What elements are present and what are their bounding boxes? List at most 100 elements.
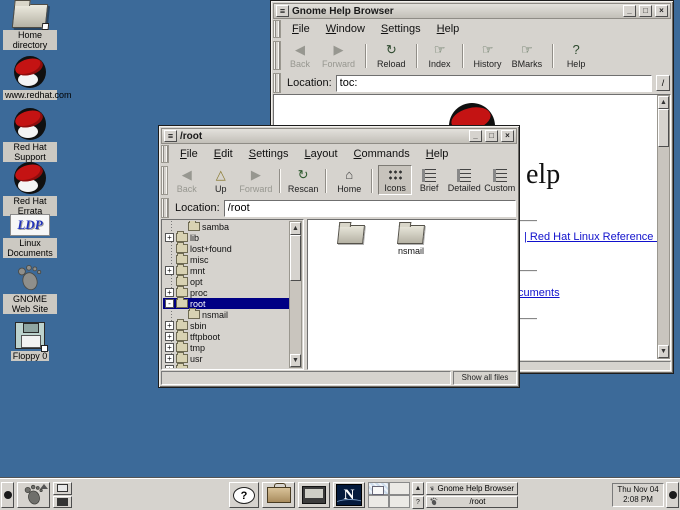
expander-icon[interactable]: + [165,365,174,368]
expander-icon[interactable]: + [165,266,174,275]
help-launcher[interactable]: ? [229,482,259,508]
netscape-launcher[interactable]: N [333,482,365,508]
expander-icon[interactable]: + [165,354,174,363]
close-button[interactable]: × [501,130,514,142]
scroll-up-icon[interactable]: ▲ [290,222,301,235]
file-item-nsmail[interactable]: nsmail [386,225,436,256]
file-icon-panel[interactable]: nsmail [307,219,517,370]
location-label: Location: [287,77,332,89]
menu-file[interactable]: File [285,21,317,37]
tree-item-root-selected[interactable]: -root [163,298,289,309]
help-toolbar: ◀ Back ▶ Forward ↻ Reload ☞ Index ☞ Hist… [271,39,673,72]
desk-guide-applet[interactable] [368,482,410,508]
menu-commands[interactable]: Commands [347,146,417,162]
handle-grip[interactable] [161,166,168,195]
vertical-scrollbar[interactable]: ▲ ▼ [657,95,670,359]
forward-button[interactable]: ▶ Forward [317,40,360,71]
workspace-4[interactable] [389,495,410,508]
panel-hide-right-button[interactable] [666,482,679,508]
forward-button[interactable]: ▶ Forward [238,165,274,196]
desktop-icon-label: Linux Documents [3,238,57,258]
reference-guide-link[interactable]: | Red Hat Linux Reference Guide [524,231,671,243]
expander-icon[interactable]: + [165,288,174,297]
desktop-icon-home-directory[interactable]: Home directory [2,4,58,50]
index-button[interactable]: ☞ Index [423,40,457,71]
desktop-icon-linux-documents[interactable]: LDP Linux Documents [2,214,58,258]
task-button-root[interactable]: /root [426,496,518,509]
brief-view-button[interactable]: Brief [412,165,446,195]
desktop-icon-www-redhat-com[interactable]: www.redhat.com [2,56,58,100]
menu-edit[interactable]: Edit [207,146,240,162]
close-button[interactable]: × [655,5,668,17]
tree-item-var[interactable]: +var [163,364,289,368]
desktop-icon-label: www.redhat.com [3,90,57,100]
arrow-up-icon[interactable]: ▲ [412,482,424,495]
handle-grip[interactable] [273,20,281,38]
window-menu-icon[interactable]: ≡ [276,5,289,17]
screenshooter-button[interactable] [53,482,72,495]
main-menu-button[interactable] [17,482,50,508]
scroll-up-icon[interactable]: ▲ [658,96,669,109]
workspace-2[interactable] [389,482,410,495]
workspace-3[interactable] [368,495,389,508]
lock-screen-button[interactable] [53,496,72,509]
file-window-titlebar[interactable]: ≡ /root _ □ × [161,128,517,144]
history-button[interactable]: ☞ History [469,40,507,71]
expander-icon[interactable]: + [165,233,174,242]
scrollbar-thumb[interactable] [290,235,301,281]
menu-settings[interactable]: Settings [374,21,428,37]
desktop-icon-gnome-web-site[interactable]: GNOME Web Site [2,264,58,314]
custom-view-button[interactable]: Custom [482,165,517,195]
maximize-button[interactable]: □ [639,5,652,17]
reload-button[interactable]: ↻ Reload [372,40,411,71]
handle-grip[interactable] [273,41,281,70]
help-window-titlebar[interactable]: ≡ Gnome Help Browser _ □ × [273,3,671,19]
expander-icon[interactable]: - [165,299,174,308]
tree-scrollbar[interactable]: ▲ ▼ [289,221,302,368]
menu-window[interactable]: Window [319,21,372,37]
menu-help[interactable]: Help [430,21,467,37]
minimize-button[interactable]: _ [469,130,482,142]
window-menu-icon[interactable]: ≡ [164,130,177,142]
expander-icon[interactable]: + [165,332,174,341]
icons-view-button[interactable]: Icons [378,165,412,195]
help-button[interactable]: ? Help [559,40,593,71]
documents-link[interactable]: cuments [518,287,560,299]
expander-icon[interactable]: + [165,321,174,330]
desktop-icon-red-hat-support[interactable]: Red Hat Support [2,108,58,162]
menu-help[interactable]: Help [419,146,456,162]
menu-file[interactable]: File [173,146,205,162]
history-icon: ☞ [482,43,494,58]
back-button[interactable]: ◀ Back [170,165,204,196]
rescan-button[interactable]: ↻ Rescan [286,165,320,196]
bmarks-button[interactable]: ☞ BMarks [507,40,548,71]
menu-settings[interactable]: Settings [242,146,296,162]
handle-grip[interactable] [273,73,281,93]
task-button-help-browser[interactable]: Gnome Help Browser [426,482,518,495]
expander-icon[interactable]: + [165,343,174,352]
location-input[interactable] [336,75,652,92]
scroll-down-icon[interactable]: ▼ [290,354,301,367]
desktop-icon-red-hat-errata[interactable]: Red Hat Errata [2,162,58,216]
maximize-button[interactable]: □ [485,130,498,142]
menu-layout[interactable]: Layout [297,146,344,162]
desktop-icon-floppy-0[interactable]: Floppy 0 [2,322,58,361]
home-button[interactable]: ⌂ Home [332,165,366,196]
minimize-button[interactable]: _ [623,5,636,17]
scroll-down-icon[interactable]: ▼ [658,345,669,358]
up-button[interactable]: △ Up [204,165,238,196]
detailed-view-button[interactable]: Detailed [446,165,482,195]
panel-hide-left-button[interactable] [1,482,14,508]
handle-grip[interactable] [161,145,169,163]
file-item[interactable] [326,225,376,256]
control-center-launcher[interactable] [262,482,295,508]
workspace-1[interactable] [368,482,389,495]
handle-grip[interactable] [161,198,169,218]
clock-applet[interactable]: Thu Nov 04 2:08 PM [612,483,664,507]
terminal-launcher[interactable] [298,482,330,508]
deskguide-help-button[interactable]: ? [412,496,424,509]
location-dropdown-button[interactable]: / [656,75,670,91]
scrollbar-thumb[interactable] [658,109,669,147]
location-input[interactable] [224,200,516,217]
back-button[interactable]: ◀ Back [283,40,317,71]
